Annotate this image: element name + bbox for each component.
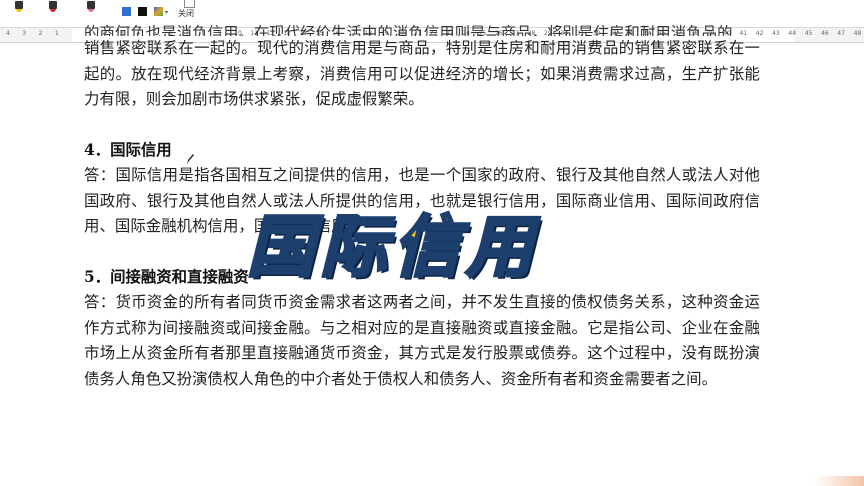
ruler-tick: 48 [853, 30, 862, 37]
paragraph-indirect-direct-finance: 答：货币资金的所有者同货币资金需求者这两者之间，并不发生直接的债权债务关系，这种… [84, 293, 760, 388]
ruler-tick: 2 [38, 30, 43, 37]
ruler-tick: 1 [54, 30, 59, 37]
paragraph-cutoff: 的商何负也是消负信用。在现代经价生活中的消负信用则是与商品，将别是住房和耐用消负… [84, 24, 733, 36]
color-swatch-blue[interactable] [122, 7, 131, 16]
corner-decoration [814, 476, 864, 486]
highlighter-red-icon[interactable] [46, 1, 60, 13]
ruler-tick: 44 [788, 30, 797, 37]
overlay-title: 国际信用 [246, 207, 539, 288]
close-button[interactable]: 关闭 [178, 0, 202, 22]
highlighter-pink-icon[interactable] [84, 1, 98, 13]
ruler-tick: 3 [22, 30, 27, 37]
ruler-tick: 43 [772, 30, 780, 37]
close-icon [184, 0, 195, 8]
ruler-tick: 46 [821, 30, 829, 37]
pen-cursor-icon [186, 150, 195, 164]
paragraph-consumer-credit: 销售紧密联系在一起的。现代的消费信用是与商品，特别是住房和耐用消费品的销售紧密联… [84, 39, 760, 108]
highlighter-yellow-icon[interactable] [12, 1, 26, 13]
chevron-down-icon[interactable]: ▾ [165, 9, 168, 16]
ruler-tick: 45 [804, 30, 813, 37]
color-swatch-black[interactable] [138, 7, 147, 16]
color-picker-icon[interactable] [154, 7, 163, 16]
ruler-tick: 47 [837, 30, 845, 37]
close-label: 关闭 [178, 9, 194, 18]
ruler-tick: 4 [6, 30, 10, 37]
